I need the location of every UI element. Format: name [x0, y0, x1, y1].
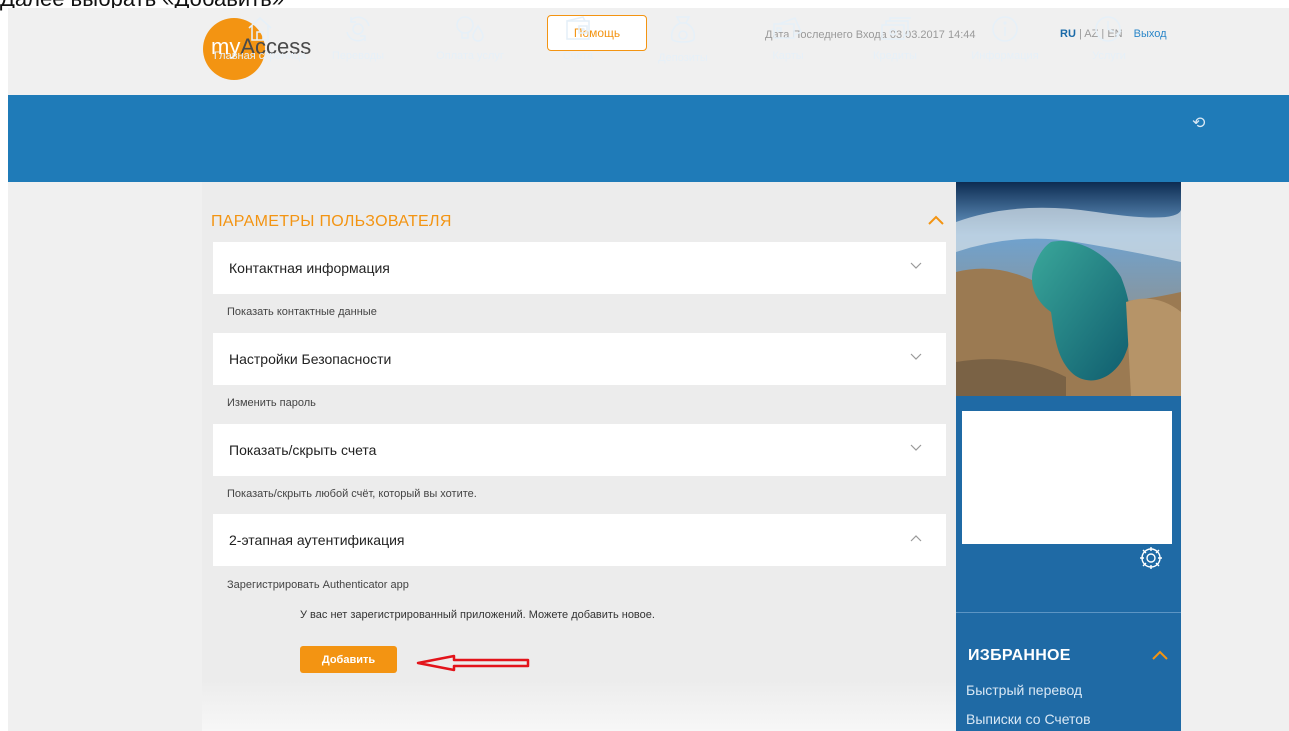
chevron-up-icon[interactable] [927, 214, 945, 226]
transfer-icon [346, 16, 370, 42]
nav-item-cards[interactable]: Карты [763, 0, 813, 87]
nav-item-credits[interactable]: Кредиты [865, 0, 925, 87]
accordion-title: Контактная информация [229, 260, 390, 276]
lang-ru[interactable]: RU [1060, 28, 1076, 40]
chevron-down-icon [910, 353, 922, 360]
panel-footer-fade [202, 680, 956, 731]
add-button[interactable]: Добавить [300, 646, 397, 673]
chevron-up-icon [910, 535, 922, 542]
nav-label: Кредиты [873, 50, 917, 62]
accordion-two-step-auth[interactable]: 2-этапная аутентификация [213, 514, 946, 566]
sidebar-divider [956, 612, 1181, 613]
nav-label: Карты [772, 50, 804, 62]
utilities-icon [456, 16, 484, 42]
home-icon [248, 16, 272, 41]
nav-item-information[interactable]: Информация [962, 0, 1048, 87]
favorite-link-quick-transfer[interactable]: Быстрый перевод [966, 682, 1082, 698]
accordion-title: Показать/скрыть счета [229, 442, 377, 458]
nav-label: Счета [562, 50, 594, 62]
nav-label: Информация [971, 50, 1039, 62]
nav-item-accounts[interactable]: Счета [553, 0, 603, 87]
gear-icon[interactable] [1138, 545, 1164, 571]
favorite-link-account-statements[interactable]: Выписки со Счетов [966, 711, 1091, 727]
nav-item-transfers[interactable]: Переводы [318, 0, 398, 87]
nav-label: Депозиты [658, 52, 708, 64]
chevron-down-icon [910, 444, 922, 451]
accordion-contact-info[interactable]: Контактная информация [213, 242, 946, 294]
nav-item-utilities[interactable]: Оплата услуг [425, 0, 515, 87]
accordion-title: Настройки Безопасности [229, 351, 392, 367]
nav-item-home[interactable]: Главная страница [205, 0, 315, 87]
chevron-down-icon [910, 262, 922, 269]
earth-banner-image[interactable] [956, 182, 1181, 396]
nav-label: Главная страница [213, 50, 307, 62]
favorites-title: ИЗБРАННОЕ [968, 647, 1071, 664]
nav-label: Услуги [1092, 50, 1126, 62]
accordion-title: 2-этапная аутентификация [229, 532, 405, 548]
accordion-subtitle-contact[interactable]: Показать контактные данные [227, 306, 377, 318]
refresh-icon[interactable]: ⟲ [1192, 113, 1205, 133]
clock-icon [1095, 16, 1122, 42]
cards-icon [773, 16, 803, 39]
nav-item-deposits[interactable]: Депозиты [648, 0, 718, 87]
no-apps-message: У вас нет зарегистрированный приложений.… [300, 609, 655, 621]
accordion-subtitle-2fa[interactable]: Зарегистрировать Authenticator app [227, 579, 409, 591]
ad-banner-placeholder[interactable] [962, 411, 1172, 544]
nav-label: Оплата услуг [436, 50, 504, 62]
nav-item-services[interactable]: Услуги [1084, 0, 1134, 87]
page-title: ПАРАМЕТРЫ ПОЛЬЗОВАТЕЛЯ [211, 213, 452, 230]
main-navbar [8, 95, 1289, 182]
logout-link[interactable]: Выход [1134, 28, 1167, 40]
credits-icon [881, 17, 911, 40]
chevron-up-icon[interactable] [1151, 649, 1169, 661]
accordion-show-hide-accounts[interactable]: Показать/скрыть счета [213, 424, 946, 476]
page: Далее выбрать «Добавить» myAccess Помощь… [0, 0, 1289, 731]
accordion-subtitle-security[interactable]: Изменить пароль [227, 397, 316, 409]
accordion-subtitle-accounts[interactable]: Показать/скрыть любой счёт, который вы х… [227, 488, 477, 500]
nav-label: Переводы [331, 50, 385, 62]
info-icon [992, 16, 1018, 42]
arrow-annotation [416, 654, 530, 672]
accordion-security-settings[interactable]: Настройки Безопасности [213, 333, 946, 385]
money-bag-icon [670, 16, 696, 43]
wallet-icon [566, 16, 590, 40]
